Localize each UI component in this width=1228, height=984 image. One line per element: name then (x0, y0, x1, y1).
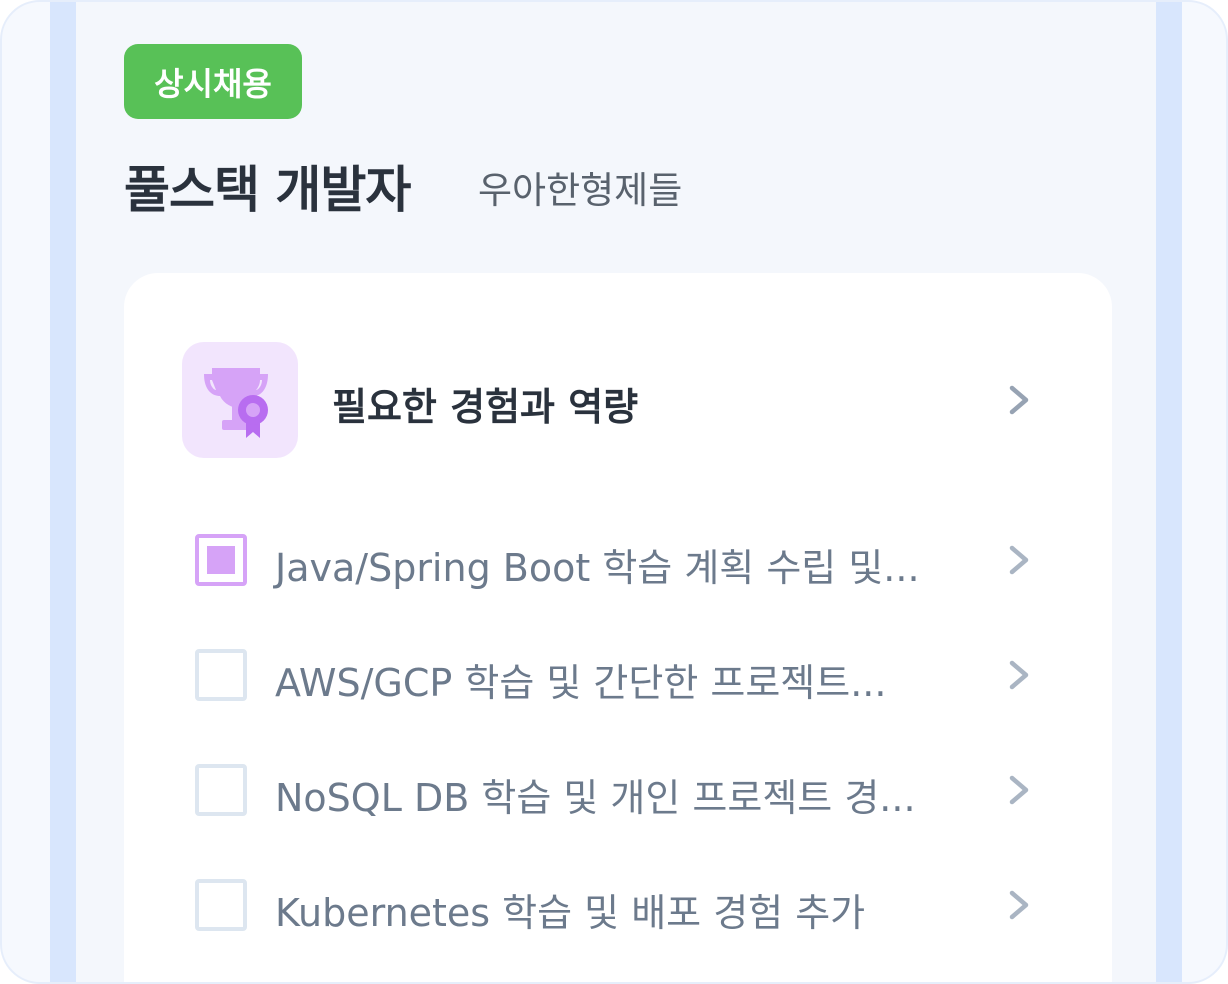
requirement-item[interactable]: Kubernetes 학습 및 배포 경험 추가 (195, 875, 1045, 935)
section-title: 필요한 경험과 역량 (332, 385, 639, 429)
left-scroll-edge (50, 2, 76, 982)
item-checkbox[interactable] (195, 534, 247, 586)
requirement-item[interactable]: NoSQL DB 학습 및 개인 프로젝트 경... (195, 760, 1045, 820)
job-title: 풀스택 개발자 (124, 161, 411, 219)
item-label: Kubernetes 학습 및 배포 경험 추가 (275, 891, 866, 935)
item-checkbox[interactable] (195, 879, 247, 931)
right-scroll-edge (1156, 2, 1182, 982)
requirement-item[interactable]: Java/Spring Boot 학습 계획 수립 및... (195, 530, 1045, 590)
chevron-right-icon (1009, 385, 1029, 415)
item-checkbox[interactable] (195, 764, 247, 816)
item-checkbox[interactable] (195, 649, 247, 701)
chevron-right-icon (1009, 775, 1029, 805)
company-name: 우아한형제들 (478, 169, 683, 212)
chevron-right-icon (1009, 890, 1029, 920)
item-label: AWS/GCP 학습 및 간단한 프로젝트... (275, 661, 887, 705)
hiring-type-badge: 상시채용 (124, 44, 302, 119)
chevron-right-icon (1009, 545, 1029, 575)
item-label: Java/Spring Boot 학습 계획 수립 및... (275, 546, 920, 590)
requirement-item[interactable]: AWS/GCP 학습 및 간단한 프로젝트... (195, 645, 1045, 705)
app-frame: 상시채용 풀스택 개발자 우아한형제들 필요한 경험과 역량 Java/Spri… (0, 0, 1228, 984)
trophy-award-icon (182, 342, 298, 458)
chevron-right-icon (1009, 660, 1029, 690)
requirements-section-header[interactable]: 필요한 경험과 역량 (182, 342, 1042, 458)
item-label: NoSQL DB 학습 및 개인 프로젝트 경... (275, 776, 916, 820)
